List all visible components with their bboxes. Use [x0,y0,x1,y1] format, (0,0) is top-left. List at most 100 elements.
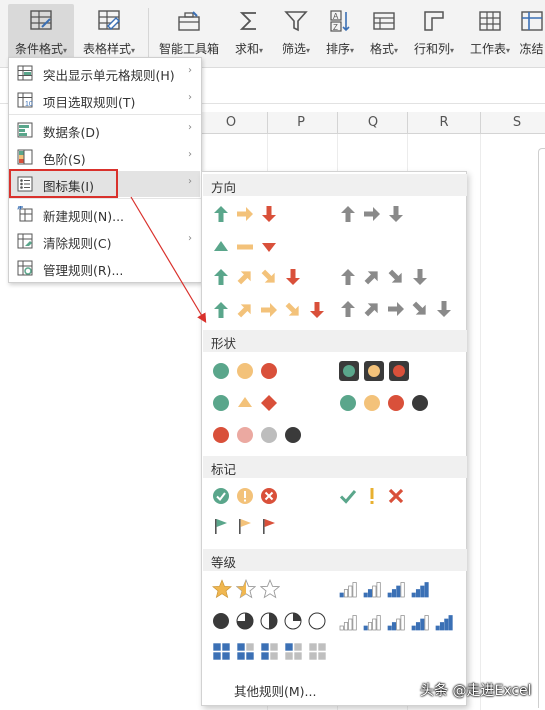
filter-button[interactable]: 筛选▾ [276,4,316,62]
svg-text:A: A [333,12,339,21]
menu-item-label: 数据条(D) [43,125,100,140]
svg-text:*: * [17,207,20,214]
rows-columns-button[interactable]: 行和列▾ [408,4,460,62]
signal-4-icon [435,612,454,634]
arrow-up-green-icon [212,205,230,226]
sort-icon: AZ [330,10,350,32]
ribbon-separator [148,8,149,58]
triangle-yellow-icon [236,394,254,415]
freeze-icon [520,11,543,31]
icon-set-3-traffic-lights-unrimmed[interactable] [212,362,284,384]
caret-down-icon: ▾ [394,46,399,55]
menu-item-label: 清除规则(C) [43,236,112,251]
icon-set-5-quarters[interactable] [212,612,332,634]
sort-button[interactable]: AZ 排序▾ [320,4,360,62]
menu-item-label: 突出显示单元格规则(H) [43,68,175,83]
caret-down-icon: ▾ [450,46,455,55]
chevron-right-icon: › [188,233,192,244]
column-s-header[interactable]: S [507,115,527,130]
icon-set-3-arrows-colored[interactable] [212,205,284,227]
icon-set-3-signs[interactable] [212,394,284,416]
icon-set-4-traffic-lights[interactable] [339,394,435,416]
worksheet-icon [479,11,501,31]
boxes-3-icon [236,642,255,664]
caret-down-icon: ▾ [63,46,68,55]
icon-set-3-flags[interactable] [212,517,284,539]
column-r-header[interactable]: R [434,115,454,130]
filter-label: 筛选 [281,42,306,56]
worksheet-button[interactable]: 工作表▾ [464,4,516,62]
menu-item-new-rule[interactable]: * 新建规则(N)... [10,201,200,227]
exclamation-yellow-icon [363,487,381,508]
caret-down-icon: ▾ [259,46,264,55]
icon-set-4-arrows-colored[interactable] [212,268,308,290]
chevron-right-icon: › [188,176,192,187]
section-title: 等级 [211,555,237,570]
table-style-label: 表格样式 [82,42,131,56]
icon-set-3-triangles[interactable] [212,238,284,260]
freeze-button[interactable]: 冻结 [518,4,545,62]
column-o-header[interactable]: O [221,115,241,130]
traffic-light-yellow-icon [364,361,384,384]
conditional-format-button[interactable]: 条件格式▾ [8,4,74,62]
icon-set-5-arrows-colored[interactable] [212,301,332,323]
more-rules-item[interactable]: 其他规则(M)... [234,681,316,700]
arrow-up-gray-icon [339,268,357,289]
conditional-format-label: 条件格式 [14,42,63,56]
menu-item-manage-rules[interactable]: 管理规则(R)... [10,255,200,281]
new-rule-icon: * [17,206,33,222]
flag-red-icon [260,517,278,538]
icon-set-3-arrows-gray[interactable] [339,205,411,227]
sum-label: 求和 [234,42,259,56]
table-style-button[interactable]: 表格样式▾ [78,4,140,62]
filter-icon [284,11,308,32]
arrow-down-gray-icon [435,300,453,321]
arrow-downright-gray-icon [387,268,405,289]
icon-set-3-stars[interactable] [212,578,284,602]
star-full-icon [212,579,232,602]
arrow-right-gray-icon [387,300,405,321]
triangle-up-green-icon [212,238,230,259]
icon-set-3-traffic-lights-rimmed[interactable] [339,361,414,383]
column-p-header[interactable]: P [291,115,311,130]
icon-set-5-boxes[interactable] [212,642,332,664]
icon-set-3-symbols-uncircled[interactable] [339,487,411,509]
menu-item-highlight-rules[interactable]: 突出显示单元格规则(H) › [10,60,200,86]
quarter-2-icon [260,612,278,633]
circle-red-icon [387,394,405,415]
sum-button[interactable]: 求和▾ [230,4,268,62]
arrow-upright-yellow-icon [236,268,254,289]
chevron-right-icon: › [188,149,192,160]
column-q-header[interactable]: Q [363,115,383,130]
menu-divider [9,198,201,199]
icon-set-4-arrows-gray[interactable] [339,268,435,290]
arrow-downright-yellow-icon [260,268,278,289]
format-icon [373,12,395,30]
icon-set-5-ratings[interactable] [339,612,459,634]
rows-columns-icon [424,11,444,31]
arrow-up-gray-icon [339,300,357,321]
circle-pink-icon [236,426,254,447]
flag-yellow-icon [236,517,254,538]
signal-1-icon [339,579,358,601]
triangle-down-red-icon [260,238,278,259]
caret-down-icon: ▾ [306,46,311,55]
quarter-1-icon [284,612,302,633]
arrow-downright-gray-icon [411,300,429,321]
arrow-up-gray-icon [339,205,357,226]
icon-set-4-ratings[interactable] [339,579,435,601]
menu-item-top-bottom-rules[interactable]: 10 项目选取规则(T) › [10,87,200,113]
icon-set-5-arrows-gray[interactable] [339,300,459,322]
traffic-light-red-icon [389,361,409,384]
menu-item-data-bars[interactable]: 数据条(D) › [10,117,200,143]
boxes-1-icon [284,642,303,664]
arrow-right-gray-icon [363,205,381,226]
section-title: 标记 [211,462,237,477]
toolbox-button[interactable]: 智能工具箱 [156,4,222,62]
highlight-rules-icon [17,65,33,81]
icon-set-4-red-to-black[interactable] [212,426,308,448]
menu-item-clear-rules[interactable]: 清除规则(C) › [10,228,200,254]
icon-set-3-symbols-circled[interactable] [212,487,284,509]
menu-item-color-scales[interactable]: 色阶(S) › [10,144,200,170]
format-button[interactable]: 格式▾ [364,4,404,62]
